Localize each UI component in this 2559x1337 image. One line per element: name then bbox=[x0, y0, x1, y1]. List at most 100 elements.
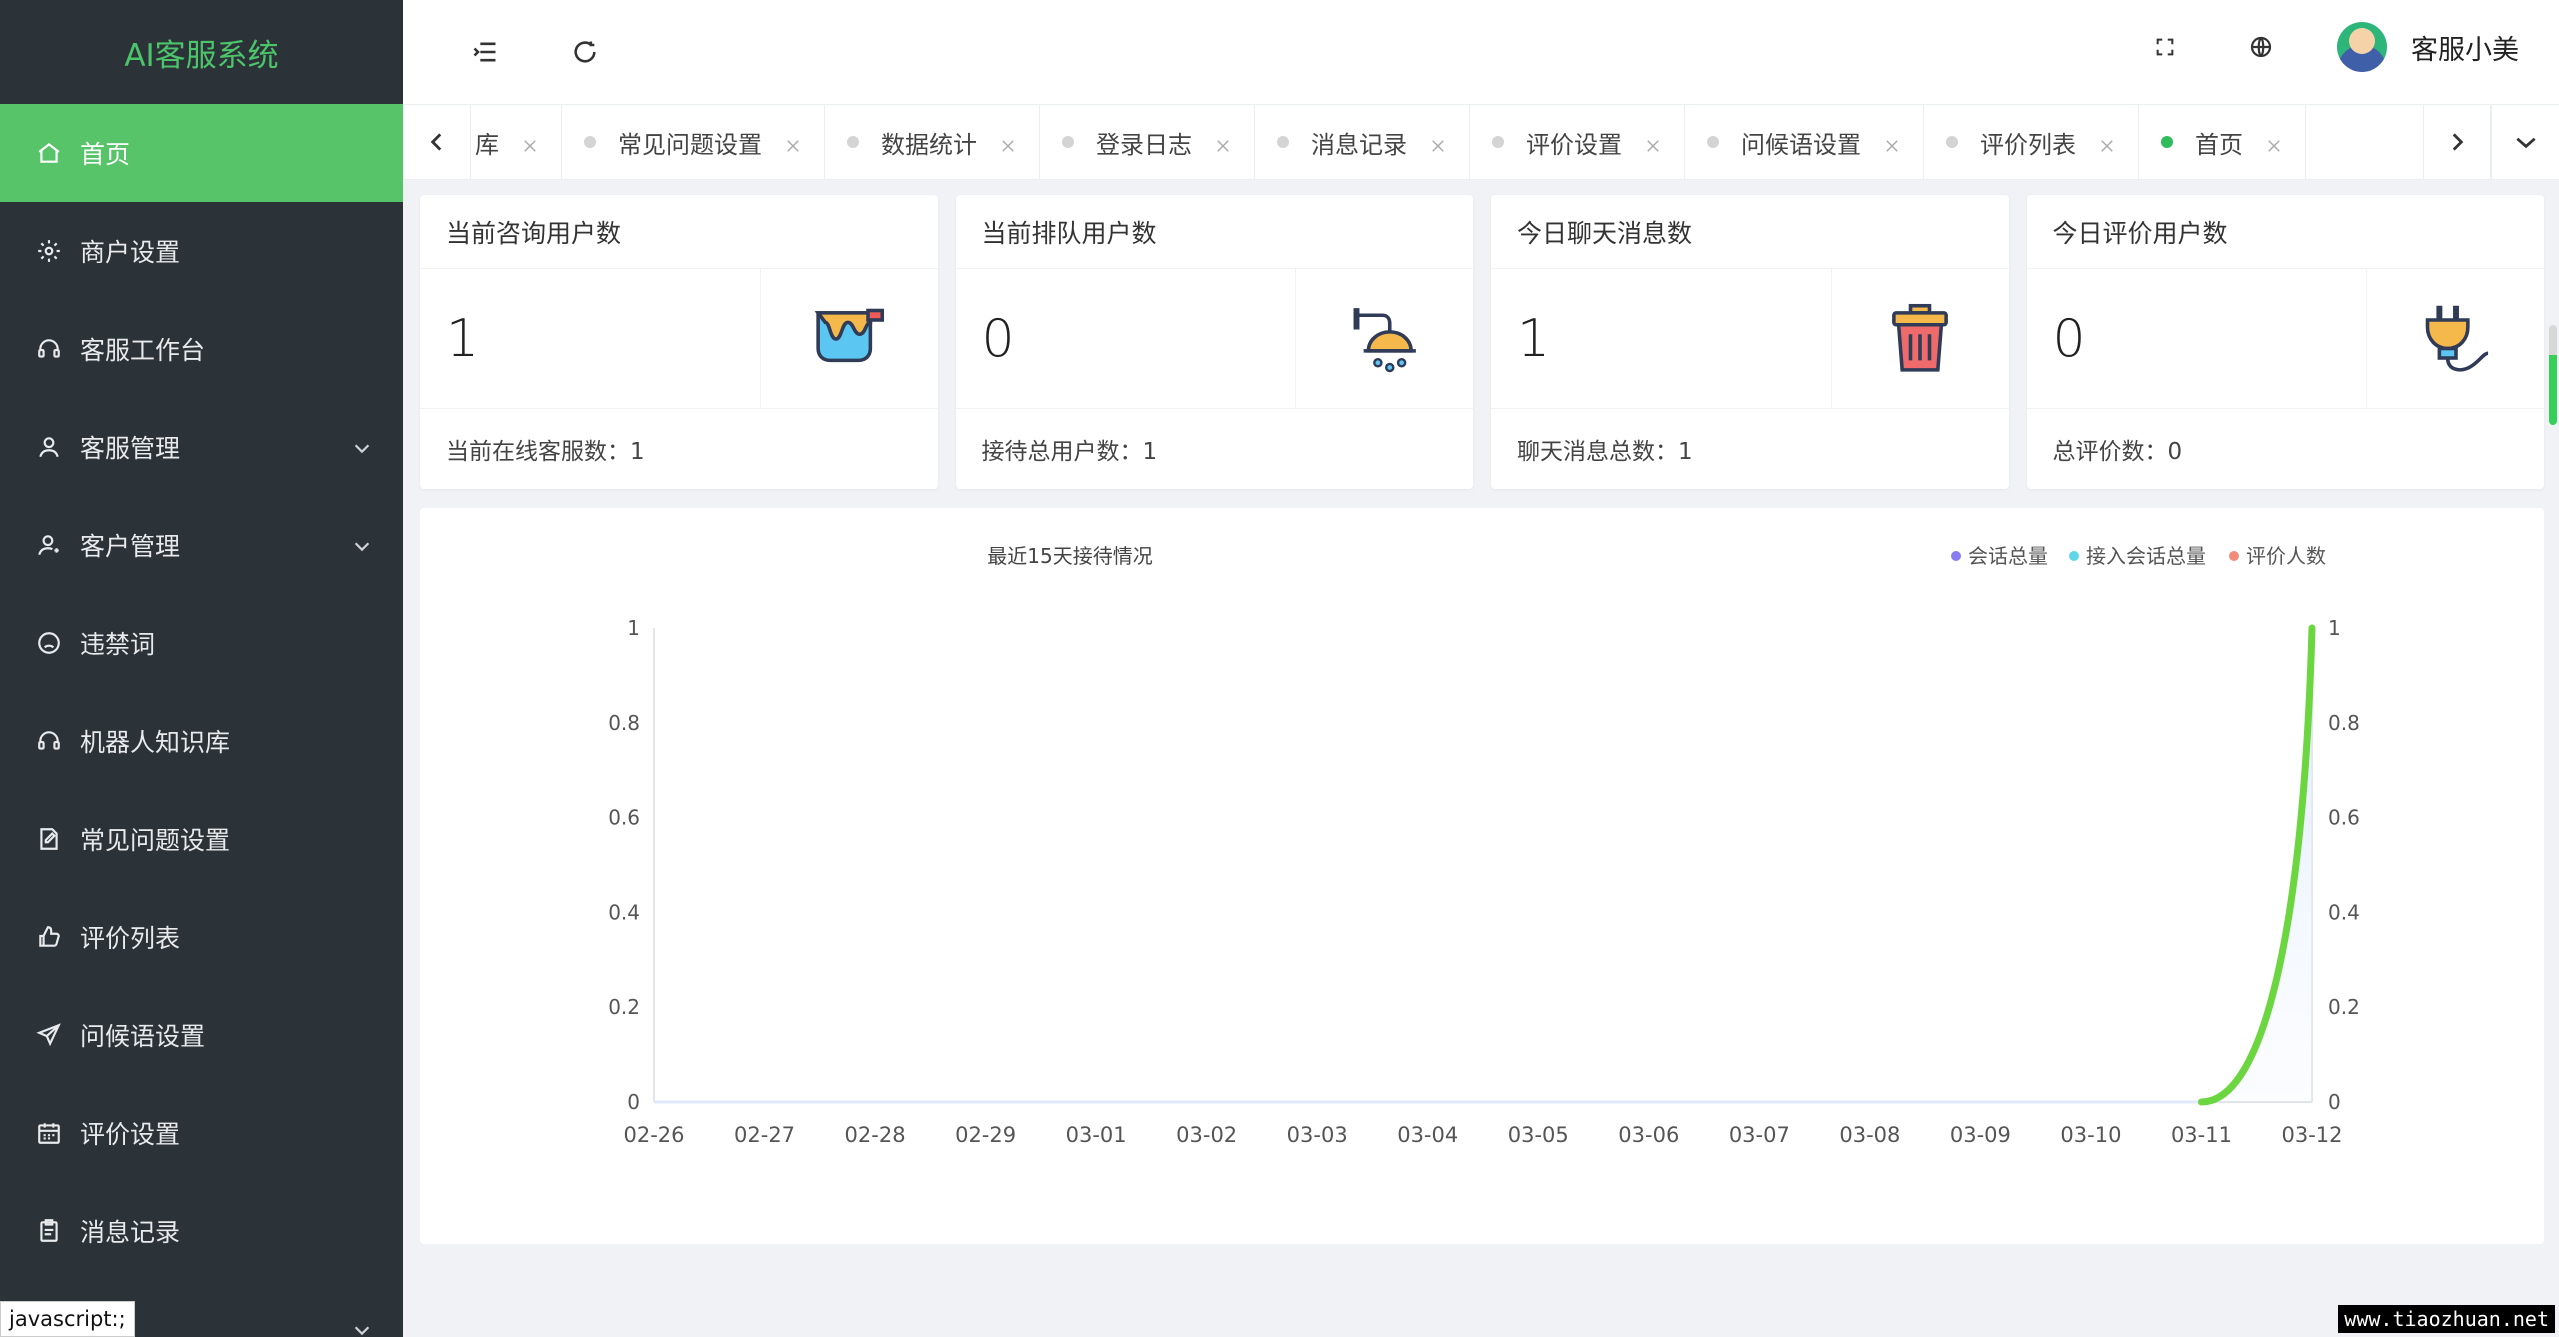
sidebar-item-8[interactable]: 常见问题设置 bbox=[0, 790, 403, 888]
page-scrollbar[interactable] bbox=[2549, 325, 2557, 425]
chevron-down-icon bbox=[351, 534, 373, 556]
top-header: 客服小美 bbox=[403, 0, 2559, 104]
y-tick-right-4: 0.6 bbox=[2328, 806, 2360, 830]
sidebar-item-label: 评价设置 bbox=[80, 1120, 181, 1149]
tab-2[interactable]: 常见问题设置 bbox=[562, 105, 825, 179]
series-area-2 bbox=[654, 628, 2312, 1102]
sidebar-item-11[interactable]: 评价设置 bbox=[0, 1084, 403, 1182]
legend-label-3: 评价人数 bbox=[2246, 544, 2326, 568]
tab-status-dot bbox=[847, 136, 859, 148]
plug-icon bbox=[2366, 269, 2544, 408]
close-icon[interactable] bbox=[1644, 133, 1662, 152]
sidebar-item-4[interactable]: 客服管理 bbox=[0, 398, 403, 496]
chart-title: 最近15天接待情况 bbox=[987, 544, 1152, 568]
stat-card-value: 1 bbox=[1517, 308, 1551, 369]
sidebar-item-label: 机器人知识库 bbox=[80, 728, 231, 757]
x-tick-10: 03-06 bbox=[1618, 1123, 1679, 1147]
headset-icon bbox=[34, 334, 64, 364]
stat-card-title: 当前咨询用户数 bbox=[420, 195, 938, 269]
tab-status-dot bbox=[1707, 136, 1719, 148]
tab-5[interactable]: 消息记录 bbox=[1255, 105, 1470, 179]
refresh-icon[interactable] bbox=[565, 32, 605, 72]
y-tick-left-3: 0.4 bbox=[608, 900, 640, 924]
tab-3[interactable]: 数据统计 bbox=[825, 105, 1040, 179]
close-icon[interactable] bbox=[2098, 133, 2116, 152]
tabs-dropdown-icon[interactable] bbox=[2491, 105, 2559, 179]
tab-8[interactable]: 评价列表 bbox=[1924, 105, 2139, 179]
tab-label: 消息记录 bbox=[1311, 130, 1407, 159]
x-tick-2: 02-27 bbox=[734, 1123, 795, 1147]
x-tick-8: 03-04 bbox=[1397, 1123, 1458, 1147]
legend-marker-3 bbox=[2229, 551, 2239, 561]
sidebar-item-2[interactable]: 商户设置 bbox=[0, 202, 403, 300]
reception-line-chart: 最近15天接待情况 会话总量 接入会话总量 评价人数 0 0 0.2 0.2 0.4 0.4 0.6… bbox=[608, 544, 2360, 1147]
stat-card-2: 当前排队用户数 0 接待总用户数：1 bbox=[955, 195, 1473, 489]
close-icon[interactable] bbox=[521, 133, 539, 152]
sidebar-item-label: 常见问题设置 bbox=[80, 826, 231, 855]
close-icon[interactable] bbox=[1214, 133, 1232, 152]
stat-card-footer: 总评价数：0 bbox=[2052, 439, 2183, 465]
tab-status-dot bbox=[1492, 136, 1504, 148]
close-icon[interactable] bbox=[2265, 133, 2283, 152]
send-icon bbox=[34, 1020, 64, 1050]
stat-card-title: 今日聊天消息数 bbox=[1491, 195, 2009, 269]
sidebar-item-label: 客户管理 bbox=[80, 532, 181, 561]
gear-icon bbox=[34, 236, 64, 266]
y-tick-left-5: 0.8 bbox=[608, 711, 640, 735]
close-icon[interactable] bbox=[1883, 133, 1901, 152]
sidebar-item-label: 问候语设置 bbox=[80, 1022, 206, 1051]
x-tick-9: 03-05 bbox=[1508, 1123, 1569, 1147]
tab-6[interactable]: 评价设置 bbox=[1470, 105, 1685, 179]
sidebar-item-5[interactable]: 客户管理 bbox=[0, 496, 403, 594]
close-icon[interactable] bbox=[784, 133, 802, 152]
tabs-scroll-left-icon[interactable] bbox=[403, 105, 471, 179]
reception-chart-panel: 最近15天接待情况 会话总量 接入会话总量 评价人数 0 0 0.2 0.2 0.4 0.4 0.6… bbox=[420, 508, 2544, 1244]
sidebar-item-label: 客服工作台 bbox=[80, 336, 206, 365]
tab-9[interactable]: 首页 bbox=[2139, 105, 2306, 179]
sidebar-item-12[interactable]: 消息记录 bbox=[0, 1182, 403, 1280]
tab-status-dot bbox=[1062, 136, 1074, 148]
y-tick-right-2: 0.2 bbox=[2328, 995, 2360, 1019]
collapse-menu-icon[interactable] bbox=[465, 32, 505, 72]
close-icon[interactable] bbox=[1429, 133, 1447, 152]
status-url: javascript:; bbox=[0, 1301, 135, 1337]
chevron-down-icon bbox=[351, 436, 373, 458]
tab-1[interactable]: 库 bbox=[471, 105, 562, 179]
x-tick-4: 02-29 bbox=[955, 1123, 1016, 1147]
stat-card-value: 0 bbox=[981, 308, 1015, 369]
tabs-scroll-right-icon[interactable] bbox=[2423, 105, 2491, 179]
tab-label: 首页 bbox=[2195, 130, 2243, 159]
tab-7[interactable]: 问候语设置 bbox=[1685, 105, 1924, 179]
x-tick-12: 03-08 bbox=[1839, 1123, 1900, 1147]
sidebar-item-label: 消息记录 bbox=[80, 1218, 181, 1247]
tab-status-dot bbox=[1277, 136, 1289, 148]
sidebar-item-label: 首页 bbox=[80, 140, 131, 169]
stat-card-footer: 接待总用户数：1 bbox=[981, 439, 1158, 465]
tab-label: 常见问题设置 bbox=[618, 130, 762, 159]
tab-label: 登录日志 bbox=[1096, 130, 1192, 159]
paint-bucket-icon bbox=[759, 269, 938, 408]
stat-cards: 当前咨询用户数 1 当前在线客服数：1 当前排队用户数 0 接待总用户数：1 今日聊天消息数… bbox=[420, 195, 2544, 489]
x-tick-11: 03-07 bbox=[1729, 1123, 1790, 1147]
tab-4[interactable]: 登录日志 bbox=[1040, 105, 1255, 179]
x-tick-3: 02-28 bbox=[845, 1123, 906, 1147]
sidebar-item-9[interactable]: 评价列表 bbox=[0, 888, 403, 986]
user-icon bbox=[34, 432, 64, 462]
sidebar-item-7[interactable]: 机器人知识库 bbox=[0, 692, 403, 790]
sidebar-item-1[interactable]: 首页 bbox=[0, 104, 403, 202]
trash-icon bbox=[1830, 269, 2009, 408]
y-tick-right-1: 0 bbox=[2328, 1090, 2341, 1114]
avatar[interactable] bbox=[2337, 22, 2387, 72]
sidebar-item-label: 客服管理 bbox=[80, 434, 181, 463]
y-tick-left-6: 1 bbox=[627, 616, 640, 640]
close-icon[interactable] bbox=[999, 133, 1017, 152]
sidebar-item-10[interactable]: 问候语设置 bbox=[0, 986, 403, 1084]
fullscreen-icon[interactable] bbox=[2145, 27, 2185, 67]
username[interactable]: 客服小美 bbox=[2411, 28, 2519, 67]
sidebar-item-6[interactable]: 违禁词 bbox=[0, 594, 403, 692]
stat-card-title: 今日评价用户数 bbox=[2026, 195, 2544, 269]
sidebar-item-3[interactable]: 客服工作台 bbox=[0, 300, 403, 398]
shower-icon bbox=[1295, 269, 1473, 408]
brand-logo[interactable]: AI客服系统 bbox=[0, 0, 403, 104]
globe-icon[interactable] bbox=[2241, 27, 2281, 67]
